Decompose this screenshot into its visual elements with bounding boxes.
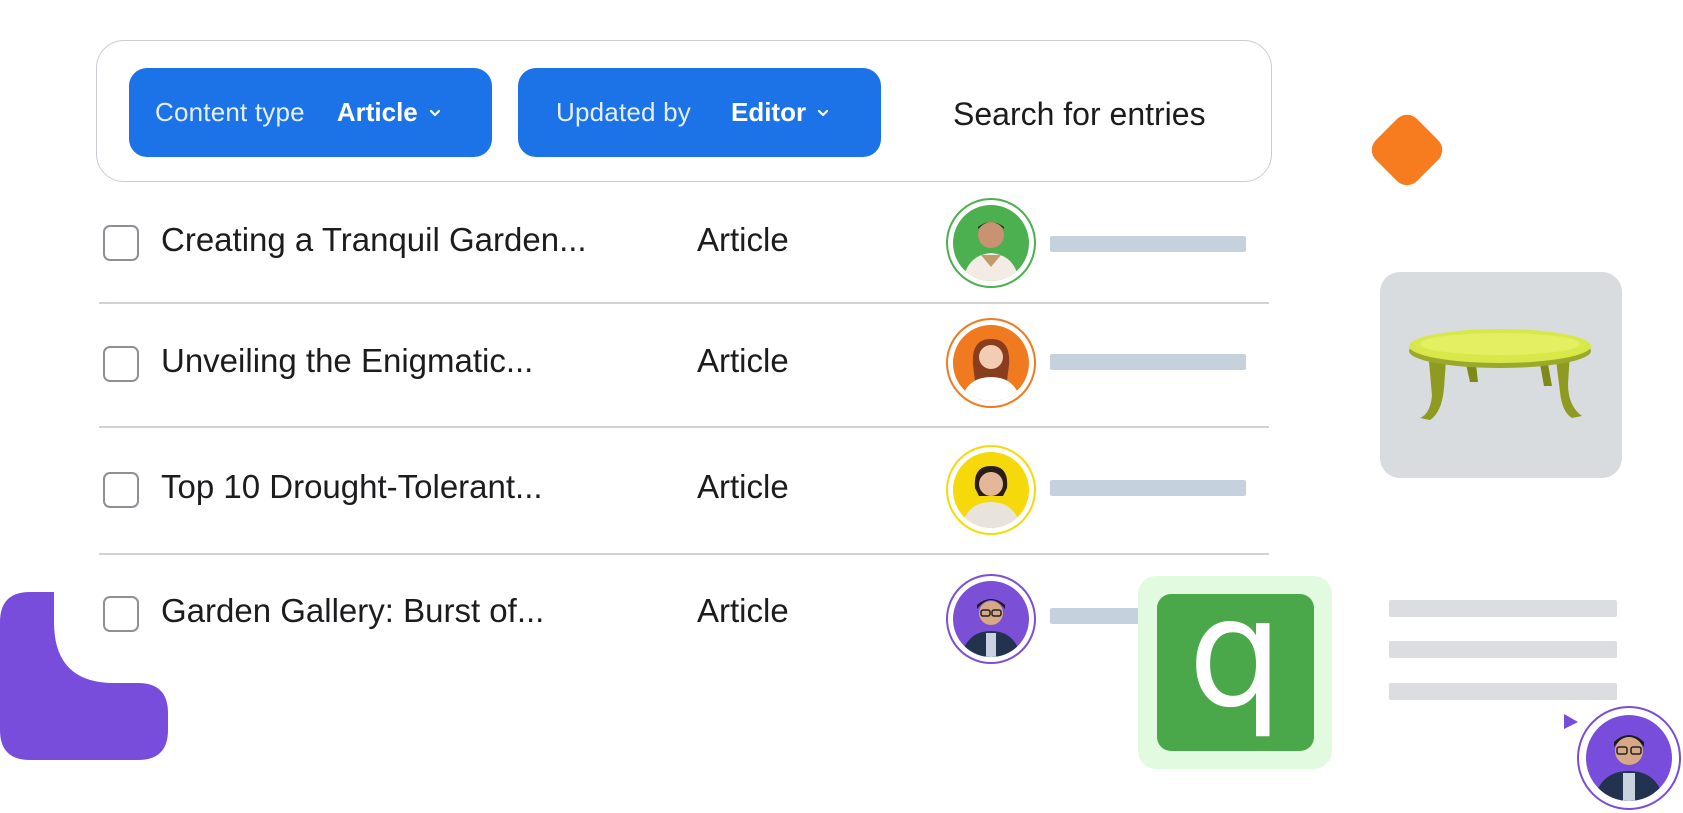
updated-placeholder-bar: [1050, 236, 1246, 252]
entry-title[interactable]: Top 10 Drought-Tolerant...: [161, 468, 543, 506]
avatar-photo: [953, 205, 1029, 281]
avatar: [946, 445, 1036, 535]
table-row[interactable]: Creating a Tranquil Garden... Article: [99, 192, 1269, 292]
purple-corner-shape: [0, 592, 168, 760]
filter-bar: Content type Article Updated by Editor S…: [96, 40, 1272, 182]
table-row[interactable]: Top 10 Drought-Tolerant... Article: [99, 438, 1269, 538]
orange-diamond-shape: [1359, 102, 1455, 198]
avatar-photo: [953, 325, 1029, 401]
updated-placeholder-bar: [1050, 480, 1246, 496]
entry-content-type: Article: [697, 221, 789, 258]
updated-placeholder-bar: [1050, 608, 1140, 624]
row-checkbox[interactable]: [103, 346, 139, 382]
app-logo-letter: q: [1187, 594, 1284, 741]
cursor-pointer-icon: [1561, 711, 1581, 733]
app-tile: q: [1138, 576, 1332, 769]
collaborator-avatar-photo: [1586, 715, 1672, 801]
skeleton-line: [1389, 683, 1617, 700]
chevron-down-icon: [429, 109, 440, 116]
row-divider: [99, 302, 1269, 304]
app-logo-icon: q: [1157, 594, 1314, 751]
avatar-photo: [953, 581, 1029, 657]
content-type-value: Article: [336, 97, 418, 127]
entry-content-type: Article: [697, 468, 789, 505]
row-divider: [99, 426, 1269, 428]
updated-by-label: Updated by: [556, 97, 691, 127]
skeleton-line: [1389, 600, 1617, 617]
updated-by-value: Editor: [730, 97, 807, 127]
updated-placeholder-bar: [1050, 354, 1246, 370]
search-entries-input[interactable]: Search for entries: [953, 96, 1206, 133]
entry-title[interactable]: Creating a Tranquil Garden...: [161, 221, 587, 259]
avatar: [946, 574, 1036, 664]
row-checkbox[interactable]: [103, 472, 139, 508]
content-type-label: Content type: [155, 97, 305, 127]
avatar: [946, 198, 1036, 288]
table-row[interactable]: Unveiling the Enigmatic... Article: [99, 310, 1269, 410]
row-divider: [99, 553, 1269, 555]
entry-content-type: Article: [697, 592, 789, 629]
avatar: [946, 318, 1036, 408]
entry-title[interactable]: Unveiling the Enigmatic...: [161, 342, 533, 380]
content-type-filter[interactable]: Content type Article: [129, 68, 492, 157]
entry-content-type: Article: [697, 342, 789, 379]
row-checkbox[interactable]: [103, 225, 139, 261]
entry-title[interactable]: Garden Gallery: Burst of...: [161, 592, 544, 630]
table-image: [1380, 272, 1622, 478]
updated-by-filter[interactable]: Updated by Editor: [518, 68, 881, 157]
collaborator-avatar: [1577, 706, 1681, 810]
skeleton-line: [1389, 641, 1617, 658]
table-row[interactable]: Garden Gallery: Burst of... Article: [99, 562, 1269, 664]
avatar-photo: [953, 452, 1029, 528]
chevron-down-icon: [817, 109, 829, 116]
